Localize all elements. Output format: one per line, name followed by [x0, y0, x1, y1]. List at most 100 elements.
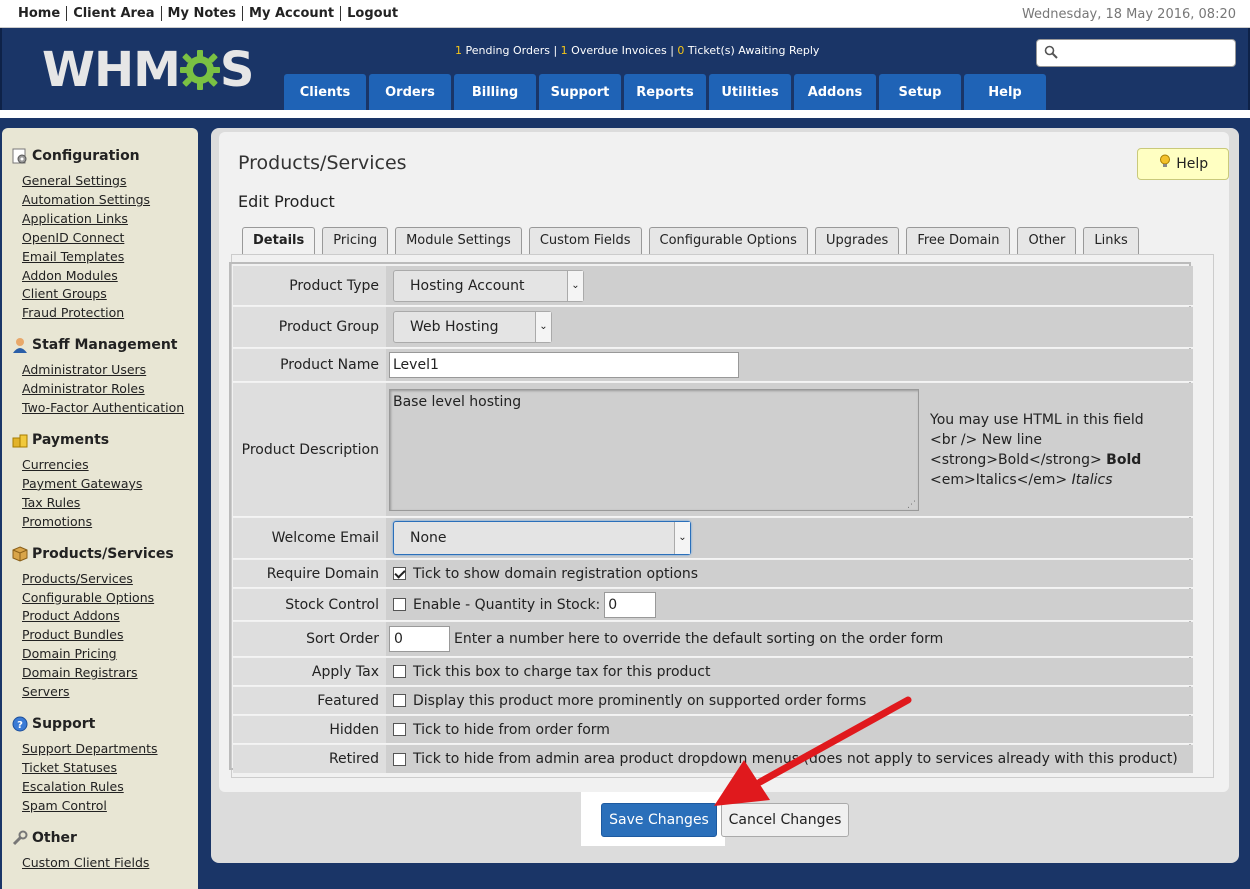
nav-addons[interactable]: Addons	[794, 74, 876, 110]
help-button[interactable]: Help	[1137, 148, 1229, 180]
overdue-invoices-count: 1	[560, 44, 568, 57]
sidebar-link-general-settings[interactable]: General Settings	[22, 172, 198, 191]
html-hint: You may use HTML in this field <br /> Ne…	[930, 410, 1144, 490]
tab-other[interactable]: Other	[1017, 227, 1077, 254]
red-arrow-annotation	[714, 696, 912, 806]
sidebar-link-tax-rules[interactable]: Tax Rules	[22, 494, 198, 513]
sidebar-link-spam-control[interactable]: Spam Control	[22, 797, 198, 816]
sidebar-link-product-bundles[interactable]: Product Bundles	[22, 626, 198, 645]
sidebar-section-configuration: Configuration General Settings Automatio…	[12, 148, 198, 323]
sidebar-link-ticket-statuses[interactable]: Ticket Statuses	[22, 759, 198, 778]
nav-support[interactable]: Support	[539, 74, 621, 110]
sidebar-link-openid-connect[interactable]: OpenID Connect	[22, 229, 198, 248]
stock-control-cell: Enable - Quantity in Stock: 0	[386, 589, 1193, 620]
logo-gear-icon	[178, 48, 222, 92]
logo[interactable]: WHM S	[42, 42, 254, 98]
stock-control-label: Stock Control	[233, 589, 386, 620]
sidebar-link-email-templates[interactable]: Email Templates	[22, 248, 198, 267]
my-account-link[interactable]: My Account	[242, 6, 340, 21]
sidebar: Configuration General Settings Automatio…	[2, 128, 198, 889]
nav-setup[interactable]: Setup	[879, 74, 961, 110]
sidebar-link-administrator-users[interactable]: Administrator Users	[22, 361, 198, 380]
nav-reports[interactable]: Reports	[624, 74, 706, 110]
nav-help[interactable]: Help	[964, 74, 1046, 110]
tab-free-domain[interactable]: Free Domain	[906, 227, 1011, 254]
sidebar-link-fraud-protection[interactable]: Fraud Protection	[22, 304, 198, 323]
sidebar-link-product-addons[interactable]: Product Addons	[22, 607, 198, 626]
sidebar-link-promotions[interactable]: Promotions	[22, 513, 198, 532]
sidebar-link-servers[interactable]: Servers	[22, 683, 198, 702]
sidebar-link-currencies[interactable]: Currencies	[22, 456, 198, 475]
sidebar-heading-payments: Payments	[12, 432, 198, 448]
featured-label: Featured	[233, 687, 386, 714]
stock-control-text: Enable - Quantity in Stock:	[413, 596, 601, 613]
resize-handle-icon[interactable]: ⋰	[907, 500, 916, 510]
sidebar-link-custom-client-fields[interactable]: Custom Client Fields	[22, 854, 198, 873]
tab-configurable-options[interactable]: Configurable Options	[648, 227, 808, 254]
pending-orders-link[interactable]: Pending Orders	[466, 44, 550, 57]
tab-links[interactable]: Links	[1083, 227, 1139, 254]
overdue-invoices-link[interactable]: Overdue Invoices	[571, 44, 667, 57]
product-tabs: Details Pricing Module Settings Custom F…	[242, 227, 1146, 255]
sort-order-input[interactable]: 0	[389, 626, 450, 652]
nav-clients[interactable]: Clients	[284, 74, 366, 110]
home-link[interactable]: Home	[8, 6, 66, 21]
stock-control-checkbox[interactable]	[393, 598, 406, 611]
client-area-link[interactable]: Client Area	[66, 6, 160, 21]
search-input[interactable]	[1036, 39, 1236, 67]
sidebar-link-domain-registrars[interactable]: Domain Registrars	[22, 664, 198, 683]
my-notes-link[interactable]: My Notes	[160, 6, 243, 21]
featured-checkbox[interactable]	[393, 694, 406, 707]
nav-billing[interactable]: Billing	[454, 74, 536, 110]
welcome-email-select[interactable]: None ⌄	[393, 521, 691, 555]
sidebar-link-support-departments[interactable]: Support Departments	[22, 740, 198, 759]
header: WHM S 1 Pending Orders | 1 Overdue Invoi…	[0, 28, 1250, 110]
sidebar-link-configurable-options[interactable]: Configurable Options	[22, 589, 198, 608]
sidebar-heading-label: Configuration	[32, 148, 140, 164]
sidebar-link-application-links[interactable]: Application Links	[22, 210, 198, 229]
product-description-textarea[interactable]: Base level hosting ⋰	[389, 388, 919, 511]
hidden-label: Hidden	[233, 716, 386, 743]
require-domain-label: Require Domain	[233, 560, 386, 587]
sidebar-link-escalation-rules[interactable]: Escalation Rules	[22, 778, 198, 797]
html-hint-line-3: <strong>Bold</strong> Bold	[930, 450, 1144, 470]
apply-tax-label: Apply Tax	[233, 658, 386, 685]
sidebar-heading-label: Staff Management	[32, 337, 178, 354]
product-description-cell: Base level hosting ⋰ You may use HTML in…	[386, 383, 1193, 516]
nav-utilities[interactable]: Utilities	[709, 74, 791, 110]
tab-pricing[interactable]: Pricing	[322, 227, 389, 254]
sidebar-link-client-groups[interactable]: Client Groups	[22, 285, 198, 304]
tab-custom-fields[interactable]: Custom Fields	[528, 227, 642, 254]
tickets-link[interactable]: Ticket(s) Awaiting Reply	[688, 44, 820, 57]
html-hint-line-1: You may use HTML in this field	[930, 411, 1144, 428]
require-domain-text: Tick to show domain registration options	[413, 565, 699, 582]
sidebar-link-automation-settings[interactable]: Automation Settings	[22, 191, 198, 210]
sidebar-heading-products: Products/Services	[12, 546, 198, 562]
stock-quantity-input[interactable]: 0	[604, 591, 657, 618]
tab-module-settings[interactable]: Module Settings	[395, 227, 522, 254]
logout-link[interactable]: Logout	[340, 6, 404, 21]
chevron-down-icon: ⌄	[567, 270, 583, 301]
sidebar-link-two-factor-authentication[interactable]: Two-Factor Authentication	[22, 399, 198, 418]
html-hint-line-2: <br /> New line	[930, 431, 1042, 448]
pending-orders-count: 1	[455, 44, 462, 57]
sort-order-text: Enter a number here to override the defa…	[454, 631, 944, 647]
product-name-input[interactable]: Level1	[389, 352, 739, 378]
hidden-checkbox[interactable]	[393, 723, 406, 736]
sidebar-link-products-services[interactable]: Products/Services	[22, 570, 198, 589]
retired-checkbox[interactable]	[393, 752, 406, 766]
product-group-select[interactable]: Web Hosting ⌄	[393, 311, 552, 343]
sidebar-link-addon-modules[interactable]: Addon Modules	[22, 267, 198, 286]
page-subtitle: Edit Product	[238, 192, 335, 211]
tab-details[interactable]: Details	[242, 227, 316, 255]
nav-orders[interactable]: Orders	[369, 74, 451, 110]
sidebar-link-payment-gateways[interactable]: Payment Gateways	[22, 475, 198, 494]
require-domain-checkbox[interactable]	[393, 567, 406, 580]
tab-upgrades[interactable]: Upgrades	[814, 227, 900, 254]
sidebar-link-domain-pricing[interactable]: Domain Pricing	[22, 645, 198, 664]
apply-tax-checkbox[interactable]	[393, 665, 406, 678]
product-type-select[interactable]: Hosting Account ⌄	[393, 269, 584, 302]
html-hint-italic-code: <em>Italics</em>	[930, 471, 1072, 488]
sidebar-heading-label: Support	[32, 715, 96, 732]
sidebar-link-administrator-roles[interactable]: Administrator Roles	[22, 380, 198, 399]
